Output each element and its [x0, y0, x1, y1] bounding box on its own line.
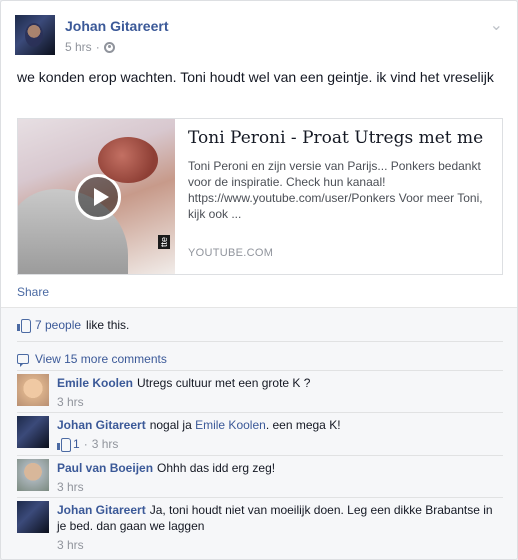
divider [17, 455, 503, 456]
commenter-avatar[interactable] [17, 416, 49, 448]
comment-time[interactable]: 3 hrs [57, 479, 84, 495]
commenter-avatar[interactable] [17, 374, 49, 406]
chevron-down-icon[interactable]: ⌄ [490, 15, 503, 35]
attachment-body: Toni Peroni - Proat Utregs met me Toni P… [188, 127, 493, 222]
comment-body: Johan Gitareert nogal ja Emile Koolen. ee… [57, 417, 497, 452]
comment-meta: 3 hrs [57, 479, 497, 495]
view-more-label[interactable]: View 15 more comments [35, 352, 167, 366]
attachment-title[interactable]: Toni Peroni - Proat Utregs met me [188, 127, 493, 149]
likes-count-link[interactable]: 7 people [35, 318, 81, 332]
comment-text-tail: . een mega K! [265, 418, 341, 432]
divider [17, 341, 503, 342]
attachment-description: Toni Peroni en zijn versie van Parijs...… [188, 159, 483, 221]
share-link[interactable]: Share [17, 285, 49, 299]
feedback-section: 7 people like this. View 15 more comment… [1, 307, 517, 559]
comment-like-number: 1 [73, 437, 80, 451]
comment-meta: 3 hrs [57, 394, 497, 410]
view-more-comments[interactable]: View 15 more comments [17, 352, 167, 367]
author-name[interactable]: Johan Gitareert [65, 18, 168, 34]
comment-mention[interactable]: Emile Koolen [195, 418, 266, 432]
commenter-name[interactable]: Johan Gitareert [57, 503, 146, 517]
comment-time[interactable]: 3 hrs [57, 537, 84, 553]
commenter-name[interactable]: Paul van Boeijen [57, 461, 153, 475]
comment-body: Emile Koolen Utregs cultuur met een grote… [57, 375, 497, 410]
commenter-avatar[interactable] [17, 501, 49, 533]
play-icon[interactable] [75, 174, 121, 220]
attachment-domain: YOUTUBE.COM [188, 247, 274, 259]
like-thumb-icon [57, 438, 71, 452]
thumbnail-badge: tte [158, 234, 171, 250]
post-card: Johan Gitareert 5 hrs · ⌄ we konden erop… [0, 0, 518, 560]
like-thumb-icon [17, 319, 31, 333]
post-actions: Share [17, 285, 49, 299]
comment-time[interactable]: 3 hrs [57, 394, 84, 410]
likes-suffix: like this. [86, 318, 130, 332]
globe-icon[interactable] [103, 41, 115, 53]
comment-meta: 1 · 3 hrs [57, 436, 497, 452]
comment-body: Johan Gitareert Ja, toni houdt niet van m… [57, 502, 497, 553]
comment-bubble-icon [17, 354, 29, 367]
video-thumbnail[interactable]: tte [18, 119, 175, 274]
commenter-name[interactable]: Emile Koolen [57, 376, 133, 390]
comment-text: nogal ja [149, 418, 192, 432]
comment-time[interactable]: 3 hrs [92, 436, 119, 452]
link-attachment[interactable]: tte Toni Peroni - Proat Utregs met me To… [17, 118, 503, 275]
post-header: Johan Gitareert 5 hrs · ⌄ [15, 13, 505, 57]
divider [17, 412, 503, 413]
comment-body: Paul van Boeijen Ohhh das idd erg zeg! 3 … [57, 460, 497, 495]
comment-text: Ohhh das idd erg zeg! [157, 461, 276, 475]
likes-summary: 7 people like this. [17, 318, 130, 333]
post-meta: 5 hrs · [65, 40, 115, 54]
divider [17, 497, 503, 498]
comment-like-count[interactable]: 1 [57, 436, 80, 452]
commenter-avatar[interactable] [17, 459, 49, 491]
post-text: we konden erop wachten. Toni houdt wel v… [17, 69, 494, 85]
commenter-name[interactable]: Johan Gitareert [57, 418, 146, 432]
author-avatar[interactable] [15, 15, 55, 55]
divider [17, 370, 503, 371]
post-time[interactable]: 5 hrs [65, 40, 92, 54]
comment-text: Utregs cultuur met een grote K ? [137, 376, 311, 390]
comment-meta: 3 hrs [57, 537, 497, 553]
